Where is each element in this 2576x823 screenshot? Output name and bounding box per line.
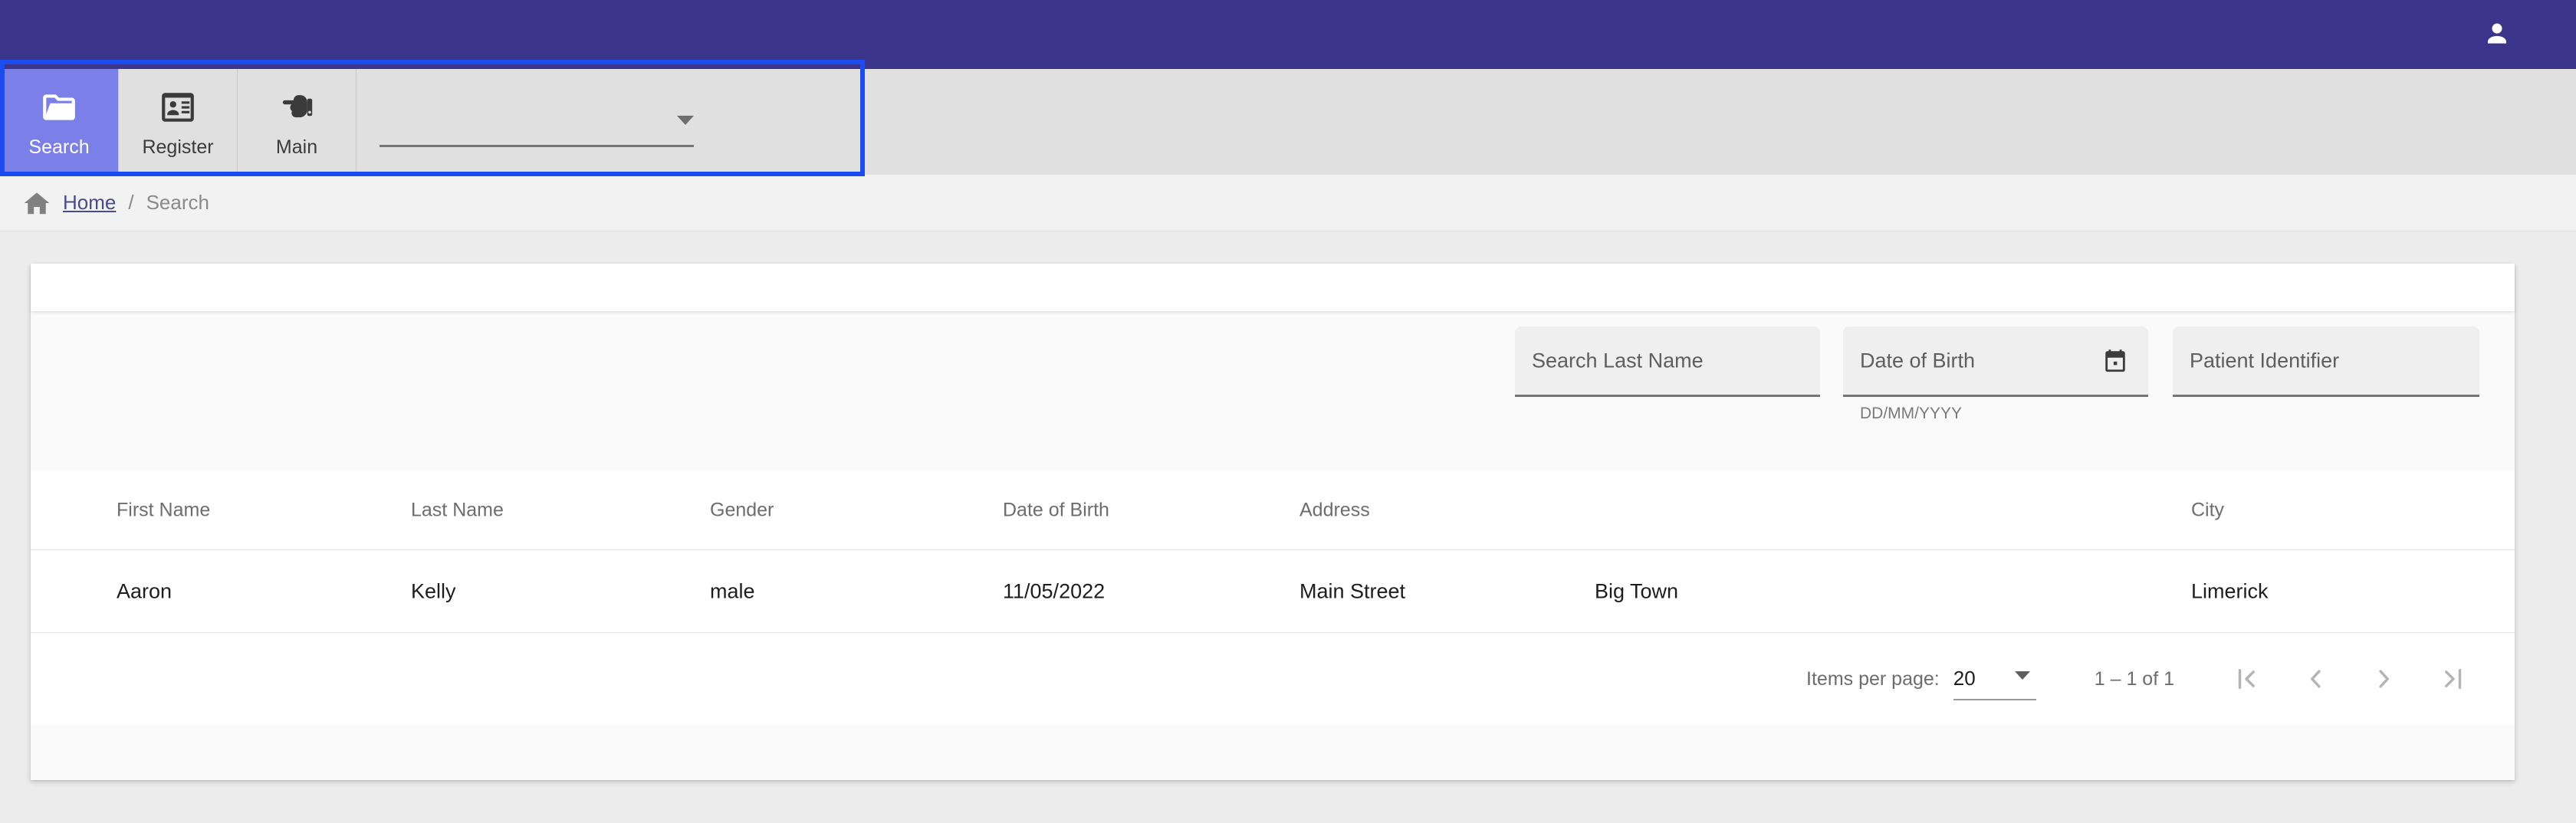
app-header (0, 0, 2576, 69)
paginator: Items per page: 20 1 – 1 of 1 (31, 633, 2515, 725)
cell-first-name: Aaron (117, 579, 172, 602)
patient-identifier-placeholder: Patient Identifier (2190, 349, 2340, 372)
tab-main-label: Main (275, 136, 318, 158)
cell-gender: male (710, 579, 755, 602)
first-page-icon (2238, 668, 2255, 690)
filter-row: Search Last Name Date of Birth DD/MM/YYY… (31, 311, 2515, 471)
breadcrumb-separator: / (128, 191, 134, 214)
cell-address-town: Big Town (1595, 579, 1679, 602)
date-format-hint: DD/MM/YYYY (1860, 405, 1963, 422)
folder-open-icon (40, 87, 78, 127)
items-per-page-select[interactable]: 20 (1953, 657, 2036, 700)
column-header-address: Address (1300, 499, 1370, 520)
chevron-down-icon (2014, 671, 2030, 680)
context-select[interactable] (380, 112, 694, 147)
column-header-first-name: First Name (117, 499, 211, 520)
breadcrumb-home-link[interactable]: Home (63, 191, 116, 215)
cell-date-of-birth: 11/05/2022 (1003, 579, 1106, 602)
patient-identifier-input[interactable]: Patient Identifier (2173, 326, 2479, 397)
cell-last-name: Kelly (411, 579, 456, 602)
contact-card-icon (159, 87, 197, 127)
next-page-button[interactable] (2364, 659, 2404, 699)
breadcrumb: Home / Search (0, 175, 2576, 231)
last-name-field: Search Last Name (1515, 326, 1820, 397)
last-name-placeholder: Search Last Name (1532, 349, 1704, 372)
first-page-button[interactable] (2226, 659, 2266, 699)
search-card: Search Last Name Date of Birth DD/MM/YYY… (31, 264, 2515, 780)
touch-pointer-hand-icon (278, 87, 316, 127)
previous-page-button[interactable] (2295, 659, 2335, 699)
column-header-city: City (2191, 499, 2225, 520)
patient-identifier-field: Patient Identifier (2173, 326, 2479, 397)
tab-register[interactable]: Register (119, 69, 238, 175)
cell-address-line: Main Street (1300, 579, 1406, 602)
person-icon (2488, 23, 2506, 44)
last-page-icon (2445, 668, 2462, 690)
table-header-row: First Name Last Name Gender Date of Birt… (31, 471, 2515, 550)
page-range-label: 1 – 1 of 1 (2094, 667, 2174, 690)
chevron-left-icon (2311, 670, 2321, 688)
items-per-page-label: Items per page: (1806, 667, 1940, 690)
account-icon[interactable] (2479, 17, 2515, 52)
breadcrumb-current: Search (146, 191, 209, 214)
tab-register-label: Register (142, 136, 214, 158)
cell-city: Limerick (2191, 579, 2269, 602)
column-header-gender: Gender (710, 499, 774, 520)
primary-toolbar: Search Register Main (0, 69, 2576, 175)
date-of-birth-field: Date of Birth DD/MM/YYYY (1843, 326, 2148, 422)
last-name-input[interactable]: Search Last Name (1515, 326, 1820, 397)
pagination-buttons (2226, 659, 2473, 699)
date-of-birth-placeholder: Date of Birth (1860, 349, 1976, 372)
tab-main[interactable]: Main (238, 69, 356, 175)
home-icon (21, 188, 52, 218)
calendar-icon[interactable] (2102, 348, 2128, 374)
tab-search-label: Search (28, 136, 90, 158)
items-per-page-value: 20 (1953, 666, 1976, 690)
chevron-down-icon (677, 116, 694, 125)
last-page-button[interactable] (2433, 659, 2473, 699)
tab-search[interactable]: Search (0, 69, 119, 175)
card-toolbar (31, 264, 2515, 311)
toolbar-select-wrapper (356, 69, 717, 175)
chevron-right-icon (2379, 670, 2389, 688)
table-row[interactable]: Aaron Kelly male 11/05/2022 Main Street … (31, 550, 2515, 633)
column-header-last-name: Last Name (411, 499, 504, 520)
results-table: First Name Last Name Gender Date of Birt… (31, 471, 2515, 633)
date-of-birth-input[interactable]: Date of Birth (1843, 326, 2148, 397)
column-header-date-of-birth: Date of Birth (1003, 499, 1109, 520)
